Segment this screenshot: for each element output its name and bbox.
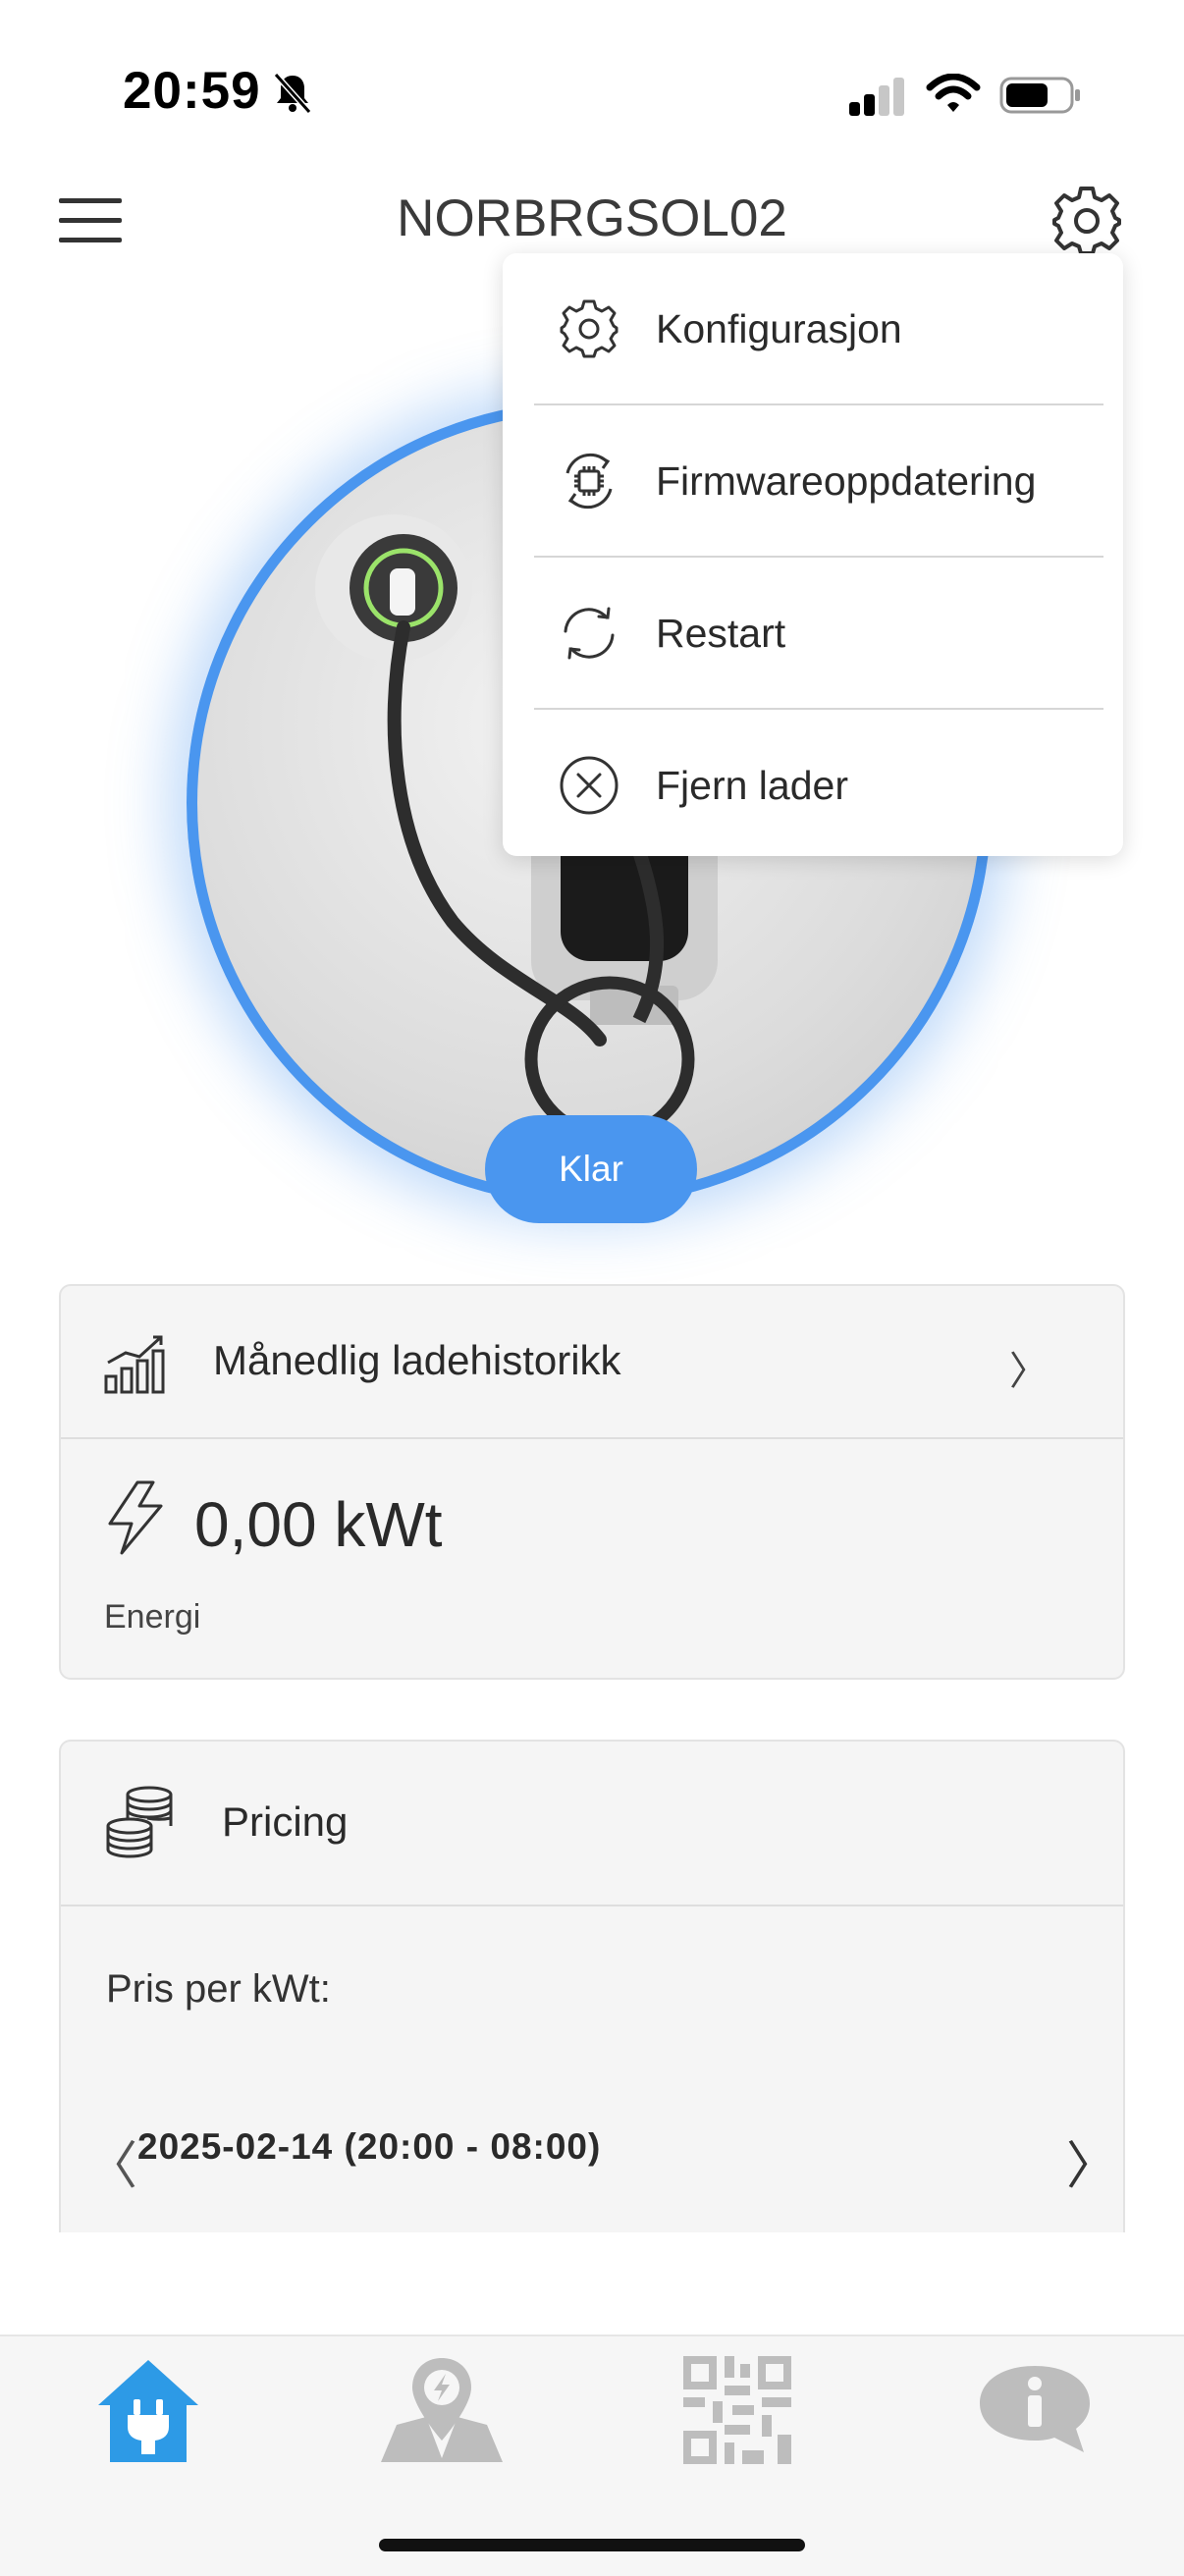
menu-item-restart[interactable]: Restart: [503, 558, 1123, 709]
energy-label: Energi: [104, 1598, 201, 1636]
pricing-card: Pricing Pris per kWt: 〈 2025-02-14 (20:0…: [59, 1740, 1125, 2232]
price-per-kwh-label: Pris per kWt:: [106, 1967, 331, 2011]
settings-dropdown-menu: Konfigurasjon Firmwareoppdatering Restar…: [503, 253, 1123, 856]
wifi-icon: [926, 74, 981, 112]
pricing-period-label: 2025-02-14 (20:00 - 08:00): [137, 2126, 602, 2167]
menu-item-konfigurasjon[interactable]: Konfigurasjon: [503, 253, 1123, 404]
home-plug-icon[interactable]: [94, 2356, 202, 2466]
battery-icon: [999, 77, 1080, 114]
coins-stack-icon: [106, 1786, 173, 1858]
info-bubble-icon[interactable]: [976, 2362, 1094, 2456]
page-title: NORBRGSOL02: [397, 189, 787, 247]
close-circle-icon: [560, 756, 619, 815]
settings-gear-icon[interactable]: [1050, 185, 1123, 257]
pricing-title: Pricing: [222, 1798, 349, 1845]
menu-item-label: Fjern lader: [656, 762, 848, 808]
charger-status-button[interactable]: Klar: [485, 1115, 697, 1223]
energy-value: 0,00 kWt: [194, 1489, 443, 1560]
menu-item-firmwareoppdatering[interactable]: Firmwareoppdatering: [503, 405, 1123, 557]
charge-history-card: Månedlig ladehistorikk 〉 0,00 kWt Energi: [59, 1284, 1125, 1680]
monthly-history-label: Månedlig ladehistorikk: [213, 1337, 621, 1383]
home-indicator: [379, 2539, 805, 2551]
map-charge-icon[interactable]: [377, 2356, 507, 2466]
gear-icon: [560, 299, 619, 358]
lightning-bolt-icon: [108, 1480, 163, 1555]
status-time: 20:59: [123, 62, 261, 120]
restart-icon: [564, 607, 615, 660]
cellular-signal-icon: [849, 78, 904, 116]
menu-item-label: Firmwareoppdatering: [656, 457, 1037, 504]
qr-code-icon[interactable]: [683, 2356, 791, 2464]
menu-item-fjern-lader[interactable]: Fjern lader: [503, 710, 1123, 861]
chip-refresh-icon: [565, 453, 613, 510]
monthly-history-row[interactable]: Månedlig ladehistorikk 〉: [61, 1286, 1123, 1437]
bell-muted-icon: [273, 72, 312, 115]
previous-period-button[interactable]: 〈: [86, 2124, 137, 2198]
menu-item-label: Konfigurasjon: [656, 305, 902, 351]
bar-chart-growth-icon: [104, 1335, 165, 1394]
card-divider: [61, 1437, 1123, 1439]
chevron-right-icon: 〉: [1009, 1350, 1049, 1393]
card-divider: [61, 1905, 1123, 1906]
menu-item-label: Restart: [656, 610, 786, 656]
next-period-button[interactable]: 〉: [1066, 2124, 1117, 2198]
